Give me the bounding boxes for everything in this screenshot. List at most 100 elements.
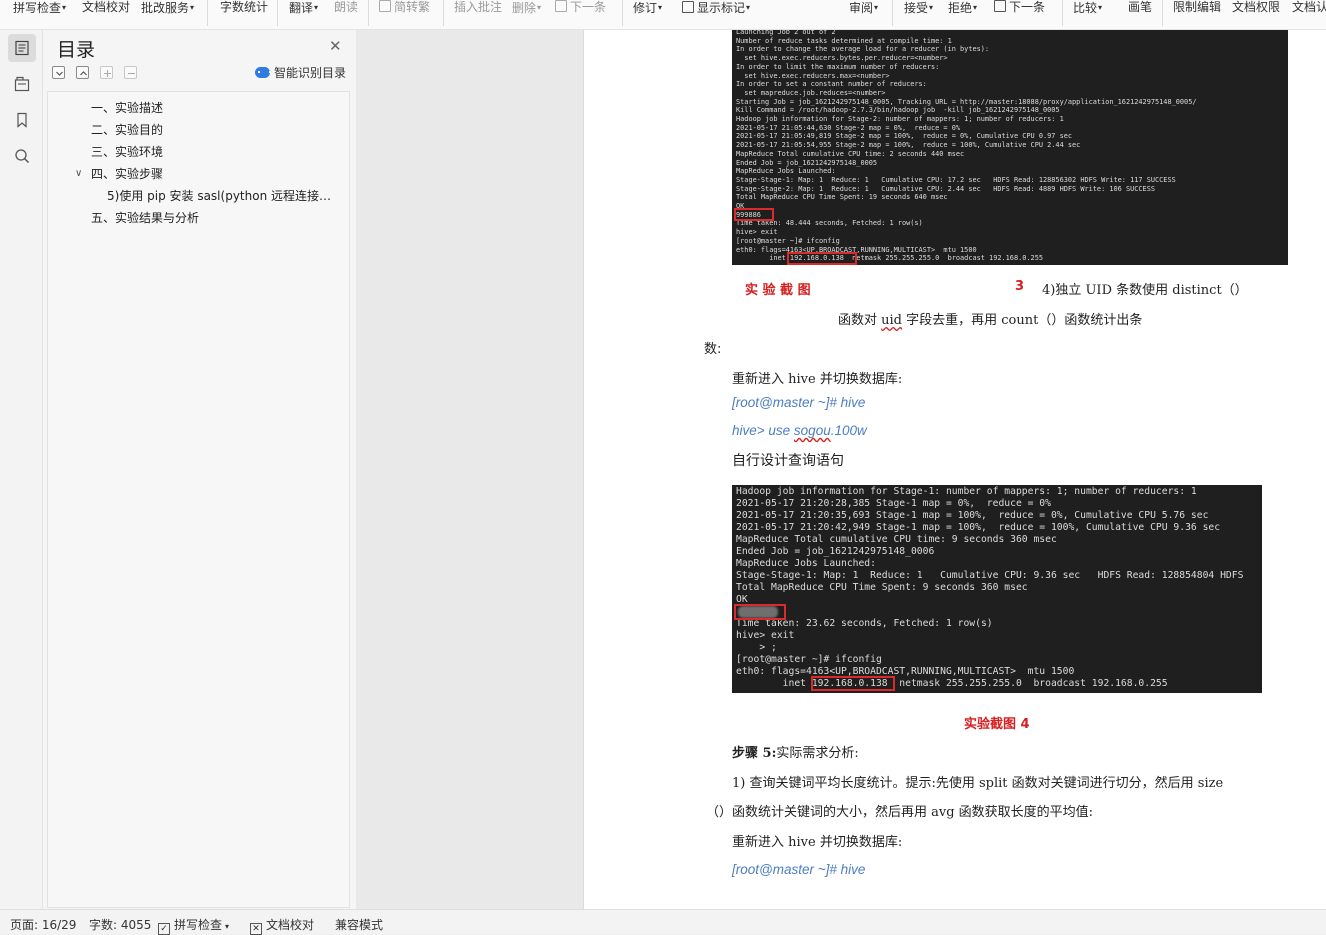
terminal-line: Hadoop job information for Stage-1: numb… xyxy=(736,486,1197,497)
next-comment-button[interactable]: 下一条 xyxy=(555,0,606,16)
search-icon xyxy=(15,149,30,164)
command-line: [root@master ~]# hive xyxy=(732,395,866,410)
document-page[interactable]: Launching Job 2 out of 2 Number of reduce… xyxy=(583,30,1326,909)
terminal-line: Stage-Stage-2: Map: 1 Reduce: 1 Cumulati… xyxy=(736,184,1155,193)
toolbar-divider xyxy=(892,0,893,26)
toolbar-divider xyxy=(622,0,623,26)
doc-proofread-status[interactable]: ✕ 文档校对 xyxy=(250,916,314,935)
terminal-line: Stage-Stage-1: Map: 1 Reduce: 1 Cumulati… xyxy=(736,175,1176,184)
terminal-line: [root@master ~]# ifconfig xyxy=(736,236,840,245)
minus-icon xyxy=(128,72,135,75)
paragraph-text: （）函数统计关键词的大小，然后再用 avg 函数获取长度的平均值: xyxy=(706,805,1094,820)
terminal-line: Total MapReduce CPU Time Spent: 9 second… xyxy=(736,582,1028,593)
word-count-button[interactable]: 字数统计 xyxy=(220,0,268,16)
compare-button[interactable]: 比较▾ xyxy=(1073,0,1102,16)
status-bar: 页面: 16/29 字数: 4055 ✓ 拼写检查 ▾ ✕ 文档校对 兼容模式 xyxy=(0,909,1326,935)
toc-subitem[interactable]: 5)使用 pip 安装 sasl(python 远程连接 hive 需要) xyxy=(107,188,332,204)
search-button[interactable] xyxy=(8,142,36,170)
compat-mode-status: 兼容模式 xyxy=(335,918,384,932)
convert-icon xyxy=(379,0,391,12)
doc-certify-button[interactable]: 文档认 xyxy=(1292,0,1326,16)
read-aloud-button[interactable]: 朗读 xyxy=(334,0,358,16)
terminal-line: hive> exit xyxy=(736,228,778,237)
translate-button[interactable]: 翻译▾ xyxy=(289,0,318,16)
highlight-box xyxy=(787,252,857,265)
page-indicator[interactable]: 页面: 16/29 xyxy=(10,916,76,933)
add-heading-button[interactable] xyxy=(100,66,113,79)
spell-check-status[interactable]: ✓ 拼写检查 ▾ xyxy=(158,916,229,935)
nav-rail xyxy=(0,30,43,909)
next-change-button[interactable]: 下一条 xyxy=(994,0,1045,16)
terminal-line: In order to change the average load for … xyxy=(736,45,990,54)
bookmark-button[interactable] xyxy=(8,106,36,134)
restrict-editing-button[interactable]: 限制编辑 xyxy=(1173,0,1221,16)
paragraph-text: 1) 查询关键词平均长度统计。提示:先使用 split 函数对关键词进行切分，然… xyxy=(732,776,1224,791)
highlight-box xyxy=(734,604,786,620)
terminal-line: Ended Job = job_1621242975148_0005 xyxy=(736,158,878,167)
revision-service-button[interactable]: 批改服务▾ xyxy=(141,0,194,16)
toc-icon xyxy=(15,40,29,56)
terminal-line: 2021-05-17 21:20:28,385 Stage-1 map = 0%… xyxy=(736,498,1051,509)
terminal-screenshot-2: Hadoop job information for Stage-1: numb… xyxy=(732,485,1262,693)
doc-permissions-button[interactable]: 文档权限 xyxy=(1232,0,1280,16)
terminal-line: Number of reduce tasks determined at com… xyxy=(736,36,952,45)
track-changes-button[interactable]: 修订▾ xyxy=(633,0,662,16)
highlight-box xyxy=(734,208,774,221)
terminal-line: 2021-05-17 21:20:35,693 Stage-1 map = 10… xyxy=(736,510,1209,521)
document-canvas: Launching Job 2 out of 2 Number of reduce… xyxy=(356,30,1326,909)
review-toolbar: 拼写检查▾ 文档校对 批改服务▾ 字数统计 翻译▾ 朗读 简转繁 插入批注 删除… xyxy=(0,0,1326,30)
toolbar-divider xyxy=(207,0,208,26)
terminal-line: set hive.exec.reducers.max=<number> xyxy=(736,71,890,80)
doc-proofread-button[interactable]: 文档校对 xyxy=(82,0,130,16)
spell-check-button[interactable]: 拼写检查▾ xyxy=(13,0,66,16)
toc-item[interactable]: 五、实验结果与分析 xyxy=(91,210,311,226)
terminal-line: OK xyxy=(736,202,745,211)
insert-comment-button[interactable]: 插入批注 xyxy=(454,0,502,16)
accept-button[interactable]: 接受▾ xyxy=(904,0,933,16)
terminal-line: Launching Job 2 out of 2 xyxy=(736,30,836,36)
close-icon[interactable]: ✕ xyxy=(329,37,342,55)
terminal-line: In order to limit the maximum number of … xyxy=(736,62,940,71)
toc-item[interactable]: 二、实验目的 xyxy=(91,122,311,138)
toc-item[interactable]: 一、实验描述 xyxy=(91,100,311,116)
expand-all-button[interactable] xyxy=(76,66,89,79)
reject-button[interactable]: 拒绝▾ xyxy=(948,0,977,16)
toc-view-button[interactable] xyxy=(8,34,36,62)
terminal-line: hive> exit xyxy=(736,630,795,641)
terminal-line: MapReduce Jobs Launched: xyxy=(736,558,876,569)
terminal-line: > ; xyxy=(736,642,777,653)
smart-toc-button[interactable]: 智能识别目录 xyxy=(255,64,346,81)
command-line: [root@master ~]# hive xyxy=(732,862,866,877)
caption-4: 实验截图 4 xyxy=(964,717,1030,732)
word-count-indicator[interactable]: 字数: 4055 xyxy=(89,916,151,933)
checkbox-icon: ✓ xyxy=(158,923,170,935)
terminal-line: set mapreduce.job.reduces=<number> xyxy=(736,88,886,97)
review-pane-button[interactable]: 审阅▾ xyxy=(849,0,878,16)
next-icon xyxy=(555,0,567,12)
collapse-all-button[interactable] xyxy=(52,66,65,79)
paragraph-text: 4)独立 UID 条数使用 distinct（） xyxy=(1042,283,1248,298)
show-markup-button[interactable]: 显示标记▾ xyxy=(682,0,750,16)
markup-icon xyxy=(682,1,694,13)
terminal-line: OK xyxy=(736,594,748,605)
paragraph-text: 数: xyxy=(704,342,722,357)
toolbar-divider xyxy=(1162,0,1163,26)
chapter-icon xyxy=(14,76,30,92)
toc-item[interactable]: 三、实验环境 xyxy=(91,144,311,160)
terminal-line: Stage-Stage-1: Map: 1 Reduce: 1 Cumulati… xyxy=(736,570,1244,581)
chevron-down-icon[interactable]: ∨ xyxy=(75,166,82,182)
robot-icon xyxy=(255,67,271,78)
plus-icon xyxy=(104,70,111,77)
toolbar-divider xyxy=(443,0,444,26)
delete-comment-button[interactable]: 删除▾ xyxy=(512,0,541,16)
terminal-line: 999886 xyxy=(736,210,761,219)
simplified-to-traditional-button[interactable]: 简转繁 xyxy=(379,0,430,16)
caption-3-label: 实 验 截 图 xyxy=(745,283,811,298)
terminal-line: 2021-05-17 21:05:54,955 Stage-2 map = 10… xyxy=(736,141,1081,150)
next-change-icon xyxy=(994,0,1006,12)
remove-heading-button[interactable] xyxy=(124,66,137,79)
pen-button[interactable]: 画笔 xyxy=(1128,0,1152,16)
terminal-line: MapReduce Jobs Launched: xyxy=(736,167,836,176)
toc-item[interactable]: 四、实验步骤 xyxy=(91,166,311,182)
chapter-view-button[interactable] xyxy=(8,70,36,98)
